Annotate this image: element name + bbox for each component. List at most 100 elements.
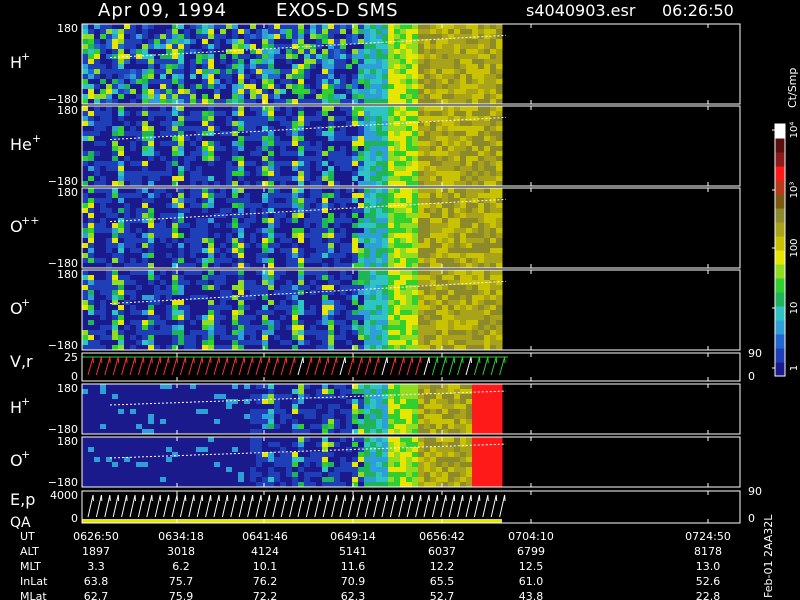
heatmap-cell — [136, 305, 143, 311]
heatmap-cell — [88, 248, 95, 254]
line-segment — [146, 356, 153, 376]
heatmap-cell — [292, 305, 299, 311]
heatmap-cell — [460, 161, 467, 167]
heatmap-cell — [304, 238, 311, 244]
heatmap-cell — [82, 325, 89, 331]
heatmap-cell — [310, 176, 317, 182]
heatmap-cell — [334, 270, 341, 276]
heatmap-cell — [406, 223, 413, 229]
heatmap-cell — [376, 94, 383, 100]
heatmap-cell — [190, 136, 197, 142]
heatmap-cell — [466, 238, 473, 244]
heatmap-cell — [208, 290, 215, 296]
heatmap-cell — [352, 69, 359, 75]
heatmap-cell — [130, 335, 137, 341]
heatmap-cell — [256, 409, 263, 415]
heatmap-cell — [430, 136, 437, 142]
heatmap-cell — [136, 121, 143, 127]
heatmap-cell — [130, 414, 137, 420]
heatmap-cell — [334, 111, 341, 117]
heatmap-cell — [118, 74, 125, 80]
heatmap-cell — [298, 238, 305, 244]
heatmap-cell — [472, 39, 479, 45]
heatmap-cell — [304, 248, 311, 254]
heatmap-cell — [280, 74, 287, 80]
heatmap-cell — [370, 176, 377, 182]
heatmap-cell — [94, 136, 101, 142]
heatmap-cell — [376, 248, 383, 254]
heatmap-cell — [388, 29, 395, 35]
line-segment — [339, 356, 346, 376]
heatmap-cell — [100, 389, 107, 395]
heatmap-cell — [388, 295, 395, 301]
heatmap-cell — [394, 151, 401, 157]
heatmap-cell — [88, 419, 95, 425]
heatmap-cell — [244, 335, 251, 341]
heatmap-cell — [430, 106, 437, 112]
heatmap-cell — [472, 285, 479, 291]
heatmap-cell — [322, 59, 329, 65]
heatmap-cell — [202, 106, 209, 112]
heatmap-cell — [370, 315, 377, 321]
heatmap-cell — [376, 305, 383, 311]
heatmap-cell — [322, 136, 329, 142]
heatmap-cell — [184, 300, 191, 306]
heatmap-cell — [442, 49, 449, 55]
heatmap-cell — [466, 223, 473, 229]
heatmap-cell — [160, 116, 167, 122]
heatmap-cell — [310, 335, 317, 341]
heatmap-cell — [430, 228, 437, 234]
heatmap-cell — [244, 270, 251, 276]
heatmap-cell — [184, 208, 191, 214]
heatmap-cell — [238, 64, 245, 70]
heatmap-cell — [256, 253, 263, 259]
heatmap-cell — [352, 223, 359, 229]
heatmap-cell — [178, 44, 185, 50]
heatmap-cell — [340, 34, 347, 40]
heatmap-cell — [298, 253, 305, 259]
heatmap-cell — [190, 330, 197, 336]
heatmap-cell — [124, 111, 131, 117]
heatmap-cell — [220, 218, 227, 224]
heatmap-cell — [160, 131, 167, 137]
heatmap-cell — [106, 414, 113, 420]
heatmap-cell — [412, 49, 419, 55]
heatmap-cell — [208, 424, 215, 430]
heatmap-cell — [382, 315, 389, 321]
heatmap-cell — [142, 253, 149, 259]
heatmap-cell — [490, 121, 497, 127]
heatmap-cell — [484, 335, 491, 341]
heatmap-cell — [424, 340, 431, 346]
heatmap-cell — [82, 34, 89, 40]
heatmap-cell — [442, 151, 449, 157]
heatmap-cell — [496, 275, 503, 281]
heatmap-cell — [208, 156, 215, 162]
heatmap-cell — [376, 59, 383, 65]
heatmap-cell — [226, 84, 233, 90]
heatmap-cell — [106, 325, 113, 331]
heatmap-cell — [142, 34, 149, 40]
line-segment — [213, 356, 220, 376]
heatmap-cell — [364, 295, 371, 301]
heatmap-cell — [232, 389, 239, 395]
heatmap-cell — [94, 171, 101, 177]
heatmap-cell — [448, 310, 455, 316]
heatmap-cell — [196, 156, 203, 162]
heatmap-cell — [352, 156, 359, 162]
heatmap-cell — [448, 315, 455, 321]
heatmap-cell — [118, 64, 125, 70]
heatmap-cell — [262, 24, 269, 30]
heatmap-cell — [484, 111, 491, 117]
heatmap-cell — [460, 325, 467, 331]
heatmap-cell — [172, 136, 179, 142]
heatmap-cell — [154, 131, 161, 137]
heatmap-cell — [208, 69, 215, 75]
heatmap-cell — [448, 131, 455, 137]
heatmap-cell — [328, 34, 335, 40]
heatmap-cell — [388, 290, 395, 296]
heatmap-cell — [406, 233, 413, 239]
heatmap-cell — [208, 285, 215, 291]
heatmap-cell — [448, 59, 455, 65]
heatmap-cell — [382, 141, 389, 147]
heatmap-cell — [160, 84, 167, 90]
